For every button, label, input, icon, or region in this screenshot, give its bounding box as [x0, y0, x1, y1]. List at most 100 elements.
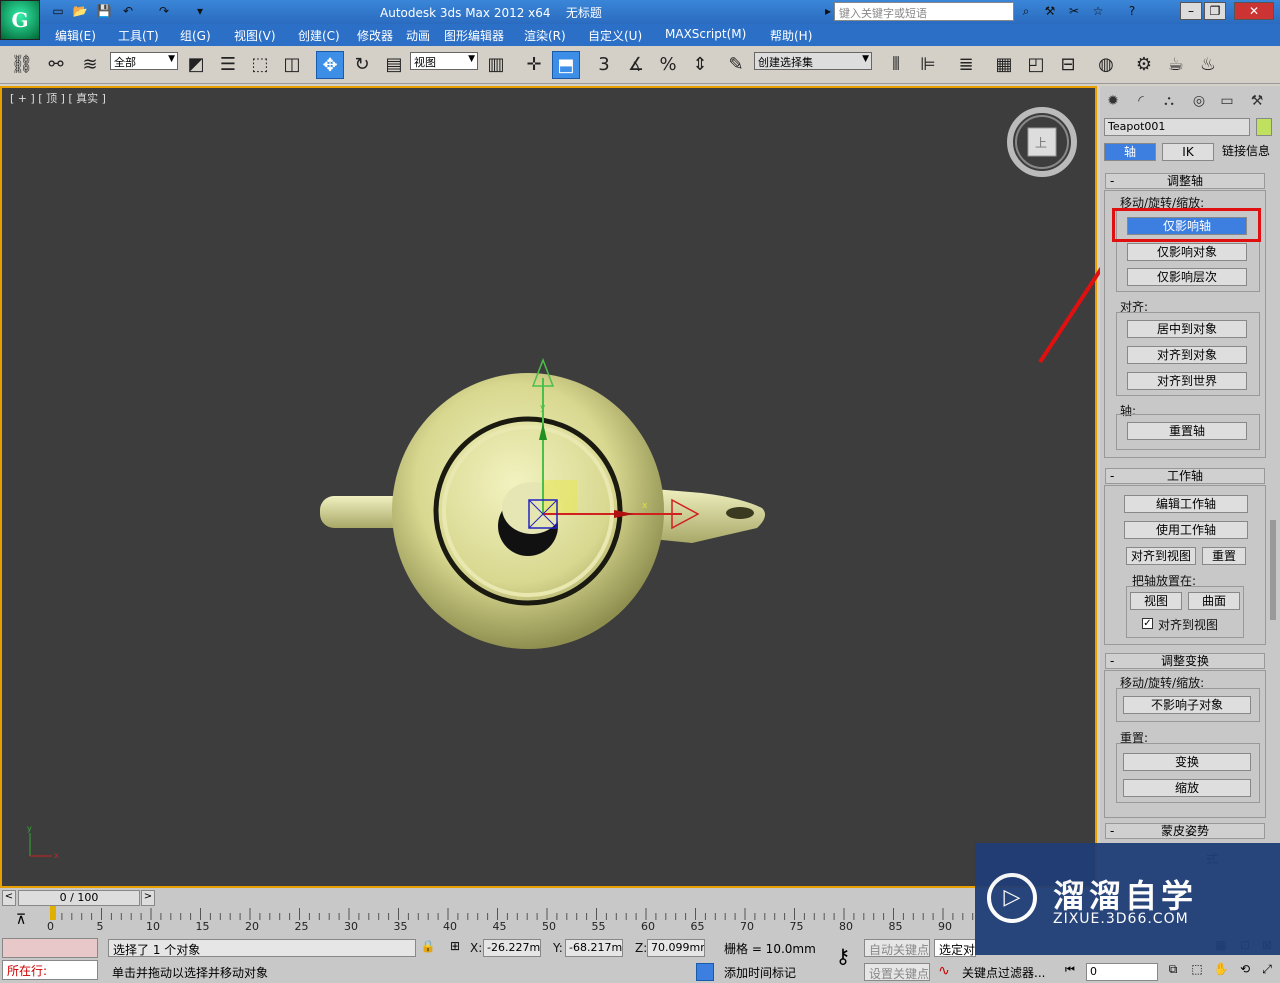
set-key-button[interactable]: 设置关键点 [864, 963, 930, 981]
tab-link-info[interactable]: 链接信息 [1218, 143, 1274, 161]
maxscript-line[interactable]: 所在行: [2, 960, 98, 980]
rollout-skin-pose[interactable]: - 蒙皮姿势 [1105, 823, 1265, 839]
absolute-mode-icon[interactable]: ⊞ [446, 939, 464, 957]
menu-customize[interactable]: 自定义(U) [588, 27, 642, 44]
window-crossing-icon[interactable]: ◫ [278, 51, 306, 79]
align-view-checkbox[interactable]: ✓ [1142, 618, 1153, 629]
render-production-icon[interactable]: ♨ [1194, 51, 1222, 79]
affect-object-only-button[interactable]: 仅影响对象 [1127, 243, 1247, 261]
current-frame-field[interactable]: 0 [1086, 963, 1158, 981]
select-by-name-icon[interactable]: ☰ [214, 51, 242, 79]
close-button[interactable]: ✕ [1234, 2, 1274, 20]
material-editor-icon[interactable]: ◍ [1092, 51, 1120, 79]
time-config-icon[interactable]: ⧉ [1164, 962, 1182, 980]
customize-qa-icon[interactable]: ▾ [192, 3, 208, 19]
named-selection-dropdown[interactable]: 创建选择集 [754, 52, 872, 70]
rollout-adjust-pivot[interactable]: - 调整轴 [1105, 173, 1265, 189]
save-icon[interactable]: 💾 [96, 3, 112, 19]
modify-tab-icon[interactable]: ◜ [1130, 90, 1152, 112]
ref-coord-dropdown[interactable]: 视图 [410, 52, 478, 70]
link-icon[interactable]: ⛓ [8, 51, 36, 79]
keyboard-shortcut-icon[interactable]: ⬒ [552, 51, 580, 79]
hierarchy-tab-icon[interactable]: ⛬ [1158, 90, 1180, 112]
menu-views[interactable]: 视图(V) [234, 27, 276, 44]
align-to-view-button[interactable]: 对齐到视图 [1126, 547, 1196, 565]
select-manipulate-icon[interactable]: ✛ [520, 51, 548, 79]
object-color-swatch[interactable] [1256, 118, 1272, 136]
selection-filter-dropdown[interactable]: 全部 [110, 52, 178, 70]
rollout-working-pivot[interactable]: - 工作轴 [1105, 468, 1265, 484]
utilities-tab-icon[interactable]: ⚒ [1246, 90, 1268, 112]
panel-scrollbar[interactable] [1270, 520, 1276, 620]
restore-button[interactable]: ❐ [1204, 2, 1226, 20]
select-move-icon[interactable]: ✥ [316, 51, 344, 79]
reset-transform-button[interactable]: 变换 [1123, 753, 1251, 771]
place-view-button[interactable]: 视图 [1130, 592, 1182, 610]
menu-animation[interactable]: 动画 [406, 27, 430, 44]
dont-affect-children-button[interactable]: 不影响子对象 [1123, 696, 1251, 714]
create-tab-icon[interactable]: ✹ [1102, 90, 1124, 112]
rect-selection-icon[interactable]: ⬚ [246, 51, 274, 79]
help-icon[interactable]: ? [1124, 3, 1140, 19]
edit-working-pivot-button[interactable]: 编辑工作轴 [1124, 495, 1248, 513]
align-to-world-button[interactable]: 对齐到世界 [1127, 372, 1247, 390]
communication-icon[interactable]: ✂ [1066, 3, 1082, 19]
menu-modifiers[interactable]: 修改器 [357, 27, 393, 44]
timeline-prev-button[interactable]: < [2, 890, 16, 906]
orbit-icon[interactable]: ⟲ [1236, 962, 1254, 980]
unlink-icon[interactable]: ⚯ [42, 51, 70, 79]
set-key-icon[interactable]: ⚷ [828, 944, 858, 974]
z-coordinate-field[interactable]: 70.099mm [647, 939, 705, 957]
maxscript-listener[interactable] [2, 938, 98, 958]
menu-help[interactable]: 帮助(H) [770, 27, 812, 44]
angle-snap-icon[interactable]: ∡ [622, 51, 650, 79]
edit-named-sel-icon[interactable]: ✎ [722, 51, 750, 79]
percent-snap-icon[interactable]: % [654, 51, 682, 79]
y-coordinate-field[interactable]: -68.217mm [565, 939, 623, 957]
spinner-snap-icon[interactable]: ⇕ [686, 51, 714, 79]
rendered-frame-icon[interactable]: ☕ [1162, 51, 1190, 79]
center-to-object-button[interactable]: 居中到对象 [1127, 320, 1247, 338]
viewcube[interactable]: 上 [1007, 107, 1077, 177]
tab-pivot[interactable]: 轴 [1104, 143, 1156, 161]
time-slider[interactable]: 0 / 100 [18, 890, 140, 906]
menu-maxscript[interactable]: MAXScript(M) [665, 27, 746, 41]
new-file-icon[interactable]: ▭ [50, 3, 66, 19]
menu-edit[interactable]: 编辑(E) [55, 27, 96, 44]
pivot-center-icon[interactable]: ▥ [482, 51, 510, 79]
use-working-pivot-button[interactable]: 使用工作轴 [1124, 521, 1248, 539]
menu-tools[interactable]: 工具(T) [118, 27, 159, 44]
maximize-viewport-icon[interactable]: ⤢ [1258, 962, 1276, 980]
menu-graph-editors[interactable]: 图形编辑器 [444, 27, 504, 44]
viewport-top[interactable]: [ + ] [ 顶 ] [ 真实 ] y x 上 y x [0, 86, 1097, 888]
zoom-region-icon[interactable]: ⬚ [1188, 962, 1206, 980]
select-scale-icon[interactable]: ▤ [380, 51, 408, 79]
rollout-adjust-transform[interactable]: - 调整变换 [1105, 653, 1265, 669]
align-to-object-button[interactable]: 对齐到对象 [1127, 346, 1247, 364]
search-input[interactable]: 键入关键字或短语 [834, 2, 1014, 21]
lock-selection-icon[interactable]: 🔒 [420, 939, 436, 957]
menu-rendering[interactable]: 渲染(R) [524, 27, 566, 44]
layer-manager-icon[interactable]: ≣ [952, 51, 980, 79]
app-logo[interactable]: G [0, 0, 40, 40]
x-coordinate-field[interactable]: -26.227mm [483, 939, 541, 957]
open-file-icon[interactable]: 📂 [72, 3, 88, 19]
align-icon[interactable]: ⊫ [914, 51, 942, 79]
key-mode-icon[interactable]: ∿ [934, 963, 954, 981]
menu-group[interactable]: 组(G) [180, 27, 211, 44]
track-bar-toggle-icon[interactable]: ⊼ [8, 912, 34, 932]
render-setup-icon[interactable]: ⚙ [1130, 51, 1158, 79]
favorites-icon[interactable]: ☆ [1090, 3, 1106, 19]
key-selection-dropdown[interactable]: 选定对 [934, 939, 976, 957]
select-object-icon[interactable]: ◩ [182, 51, 210, 79]
reset-scale-button[interactable]: 缩放 [1123, 779, 1251, 797]
key-filters-button[interactable]: 关键点过滤器... [958, 963, 1054, 981]
menu-create[interactable]: 创建(C) [298, 27, 340, 44]
undo-icon[interactable]: ↶ [120, 3, 136, 19]
binoculars-icon[interactable]: ⌕ [1018, 3, 1034, 19]
bind-space-warp-icon[interactable]: ≋ [76, 51, 104, 79]
goto-start-icon[interactable]: ⏮ [1060, 963, 1080, 981]
object-name-field[interactable]: Teapot001 [1104, 118, 1250, 136]
timeline-next-button[interactable]: > [141, 890, 155, 906]
mirror-icon[interactable]: ⫴ [882, 51, 910, 79]
